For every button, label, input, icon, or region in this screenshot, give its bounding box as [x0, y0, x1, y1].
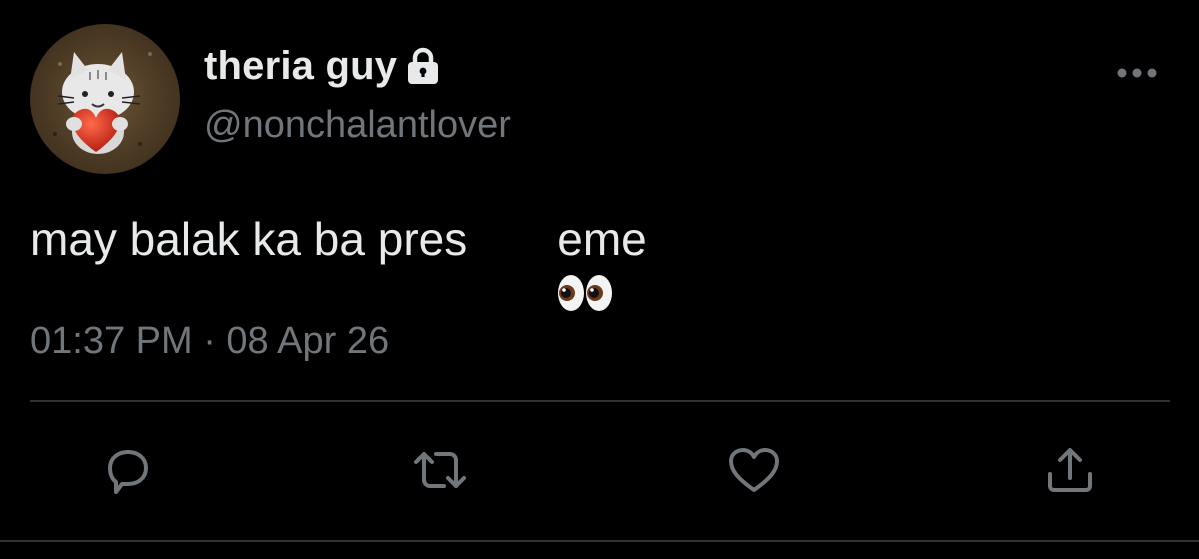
like-button[interactable] — [724, 440, 784, 500]
tweet-text: may balak ka ba pres eme — [30, 212, 647, 311]
reply-button[interactable] — [98, 440, 158, 500]
user-handle[interactable]: @nonchalantlover — [204, 104, 511, 147]
eyes-emoji — [479, 216, 612, 311]
tweet-card: theria guy @nonchalantlover may balak ka… — [0, 0, 1199, 559]
retweet-button[interactable] — [410, 440, 470, 500]
share-icon — [1042, 442, 1098, 498]
cat-holding-heart-avatar — [30, 24, 180, 174]
more-icon[interactable] — [1112, 58, 1162, 88]
display-name[interactable]: theria guy — [204, 44, 397, 89]
heart-icon — [725, 442, 783, 498]
tweet-text-suffix: eme — [557, 213, 647, 265]
reply-icon — [100, 442, 156, 498]
lock-icon — [403, 46, 443, 86]
tweet-timestamp[interactable]: 01:37 PM · 08 Apr 26 — [30, 320, 389, 363]
retweet-icon — [410, 442, 470, 498]
share-button[interactable] — [1040, 440, 1100, 500]
action-bar — [0, 440, 1199, 504]
bottom-divider — [0, 540, 1199, 542]
tweet-text-main: may balak ka ba pres — [30, 213, 468, 265]
display-name-row: theria guy — [204, 40, 443, 92]
divider — [30, 400, 1170, 402]
avatar[interactable] — [30, 24, 180, 174]
